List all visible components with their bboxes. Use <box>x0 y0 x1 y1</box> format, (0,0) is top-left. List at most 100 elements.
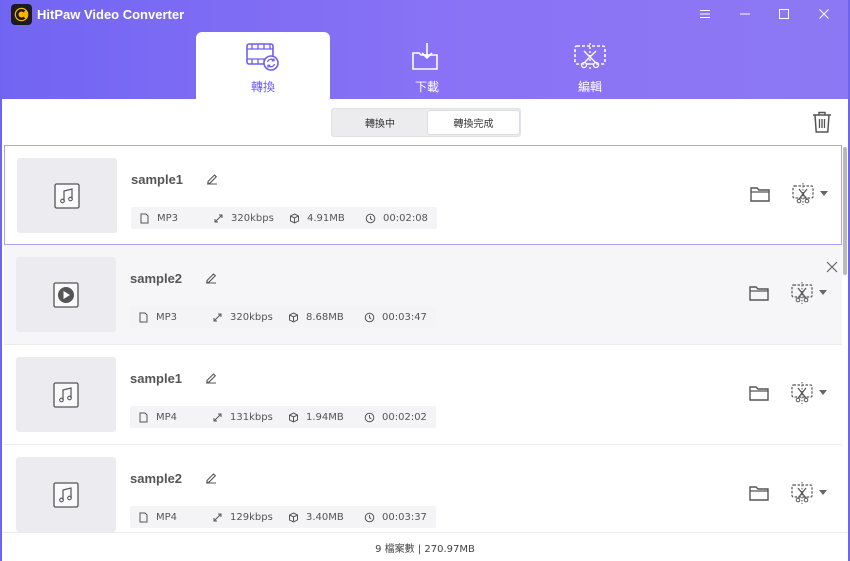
size-text: 8.68MB <box>306 312 344 323</box>
tab-convert-label: 轉換 <box>251 78 275 95</box>
music-note-icon <box>52 181 82 211</box>
thumbnail <box>16 357 116 432</box>
meta-bitrate: 131kbps <box>212 406 273 428</box>
file-name: sample2 <box>130 271 182 286</box>
box-icon <box>288 512 299 523</box>
meta-duration: 00:02:08 <box>365 207 428 229</box>
duration-text: 00:02:02 <box>382 412 427 423</box>
open-folder-icon[interactable] <box>748 483 770 503</box>
download-folder-icon <box>409 41 445 73</box>
bitrate-text: 131kbps <box>230 412 273 423</box>
list-item[interactable]: sample2 MP3 320kbps 8.68MB 00:03:47 <box>4 245 842 345</box>
list-item[interactable]: sample1 MP4 131kbps 1.94MB 00:02:02 <box>4 345 842 445</box>
resize-arrows-icon <box>212 512 223 523</box>
bitrate-text: 320kbps <box>231 213 274 224</box>
play-icon <box>51 280 81 310</box>
edit-menu-button[interactable] <box>791 182 829 206</box>
tab-convert[interactable]: 轉換 <box>196 32 330 99</box>
meta-duration: 00:03:37 <box>364 506 427 528</box>
subtab-converting[interactable]: 轉換中 <box>332 109 428 136</box>
duration-text: 00:02:08 <box>383 213 428 224</box>
bitrate-text: 129kbps <box>230 512 273 523</box>
edit-cut-icon <box>791 182 815 206</box>
thumbnail <box>16 457 116 532</box>
meta-format: MP3 <box>138 306 177 328</box>
bitrate-text: 320kbps <box>230 312 273 323</box>
scrollbar-thumb[interactable] <box>843 147 847 275</box>
duration-text: 00:03:37 <box>382 512 427 523</box>
edit-menu-button[interactable] <box>790 381 828 405</box>
meta-format: MP4 <box>138 506 177 528</box>
rename-pencil-icon[interactable] <box>205 172 219 186</box>
header: HitPaw Video Converter 轉換 <box>2 0 848 99</box>
meta-bitrate: 320kbps <box>213 207 274 229</box>
file-icon <box>139 213 150 224</box>
meta-size: 3.40MB <box>288 506 344 528</box>
resize-arrows-icon <box>213 213 224 224</box>
edit-cut-icon <box>790 381 814 405</box>
file-meta: MP3 320kbps 8.68MB 00:03:47 <box>130 306 436 328</box>
open-folder-icon[interactable] <box>749 184 771 204</box>
meta-size: 4.91MB <box>289 207 345 229</box>
clock-icon <box>364 312 375 323</box>
trash-icon[interactable] <box>811 110 833 134</box>
meta-bitrate: 129kbps <box>212 506 273 528</box>
thumbnail <box>16 257 116 332</box>
size-text: 1.94MB <box>306 412 344 423</box>
close-icon[interactable] <box>813 4 835 24</box>
file-name: sample1 <box>131 172 183 187</box>
app-window: HitPaw Video Converter 轉換 <box>0 0 850 561</box>
menu-icon[interactable] <box>694 4 716 24</box>
chevron-down-icon <box>820 191 828 197</box>
chevron-down-icon <box>819 390 827 396</box>
maximize-icon[interactable] <box>773 4 795 24</box>
meta-format: MP3 <box>139 207 178 229</box>
subtab-converted[interactable]: 轉換完成 <box>427 110 520 135</box>
resize-arrows-icon <box>212 312 223 323</box>
tab-edit[interactable]: 編輯 <box>523 32 657 99</box>
file-meta: MP4 129kbps 3.40MB 00:03:37 <box>130 506 436 528</box>
rename-pencil-icon[interactable] <box>204 371 218 385</box>
clock-icon <box>364 512 375 523</box>
clock-icon <box>365 213 376 224</box>
format-text: MP4 <box>156 412 177 423</box>
edit-cut-icon <box>572 41 608 73</box>
rename-pencil-icon[interactable] <box>204 471 218 485</box>
edit-cut-icon <box>790 481 814 505</box>
duration-text: 00:03:47 <box>382 312 427 323</box>
edit-menu-button[interactable] <box>790 281 828 305</box>
status-subtabs: 轉換中 轉換完成 <box>331 108 521 137</box>
file-meta: MP4 131kbps 1.94MB 00:02:02 <box>130 406 436 428</box>
edit-cut-icon <box>790 281 814 305</box>
file-name: sample1 <box>130 371 182 386</box>
format-text: MP4 <box>156 512 177 523</box>
minimize-icon[interactable] <box>734 4 756 24</box>
file-name: sample2 <box>130 471 182 486</box>
size-text: 3.40MB <box>306 512 344 523</box>
clock-icon <box>364 412 375 423</box>
hitpaw-logo-icon <box>11 4 32 25</box>
tab-download-label: 下載 <box>415 78 439 95</box>
tab-edit-label: 編輯 <box>578 78 602 95</box>
list-item[interactable]: sample2 MP4 129kbps 3.40MB 00:03:37 <box>4 445 842 532</box>
file-icon <box>138 312 149 323</box>
list-item[interactable]: sample1 MP3 320kbps 4.91MB 00:02:08 <box>4 145 842 245</box>
close-icon[interactable] <box>826 261 838 273</box>
file-icon <box>138 512 149 523</box>
open-folder-icon[interactable] <box>748 283 770 303</box>
scrollbar[interactable] <box>842 145 848 532</box>
convert-film-icon <box>245 41 281 73</box>
tab-download[interactable]: 下載 <box>360 32 494 99</box>
open-folder-icon[interactable] <box>748 383 770 403</box>
format-text: MP3 <box>156 312 177 323</box>
status-summary: 9 檔案數 | 270.97MB <box>375 540 475 555</box>
rename-pencil-icon[interactable] <box>204 271 218 285</box>
meta-size: 8.68MB <box>288 306 344 328</box>
box-icon <box>288 412 299 423</box>
file-list: sample1 MP3 320kbps 4.91MB 00:02:08 <box>4 145 842 532</box>
app-title: HitPaw Video Converter <box>37 7 184 22</box>
file-icon <box>138 412 149 423</box>
meta-duration: 00:03:47 <box>364 306 427 328</box>
size-text: 4.91MB <box>307 213 345 224</box>
edit-menu-button[interactable] <box>790 481 828 505</box>
